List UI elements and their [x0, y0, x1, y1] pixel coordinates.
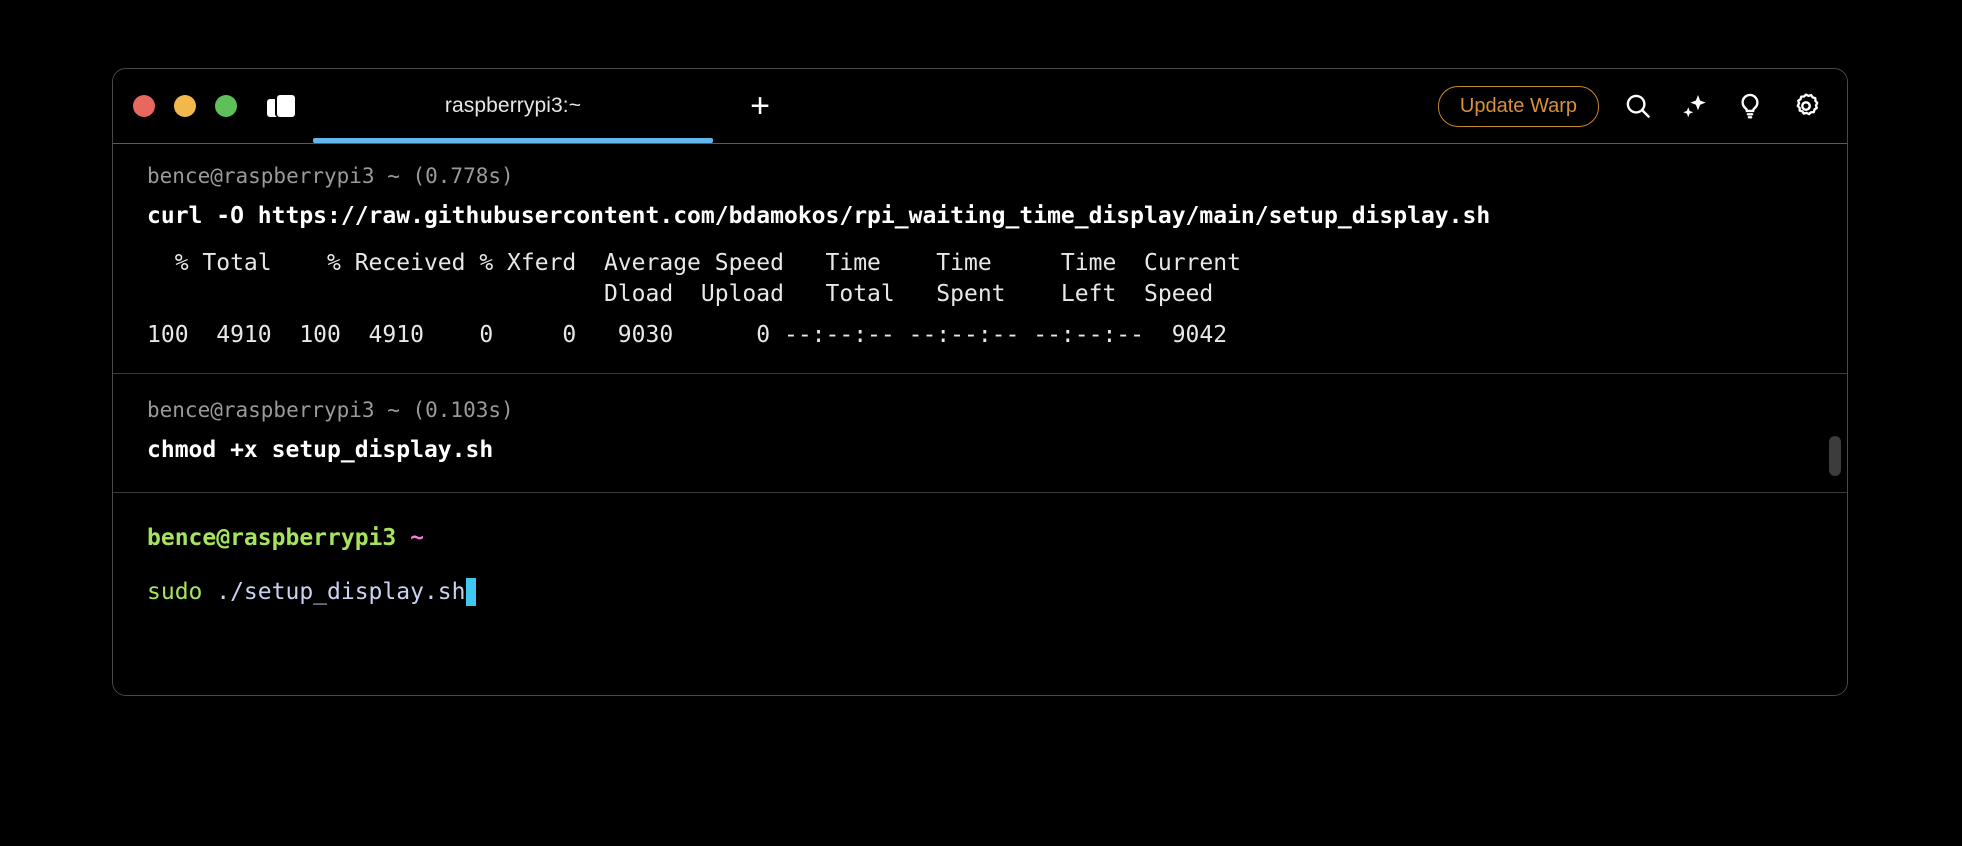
active-prompt: bence@raspberrypi3 ~: [147, 527, 1847, 550]
prompt-path: ~: [410, 525, 424, 551]
minimize-window-button[interactable]: [174, 95, 196, 117]
text-cursor: [465, 578, 476, 606]
lightbulb-icon[interactable]: [1733, 89, 1767, 123]
curl-header-row-2: Dload Upload Total Spent Left Speed: [147, 281, 1214, 307]
block-prompt: bence@raspberrypi3 ~ (0.103s): [147, 398, 514, 422]
terminal-block-active[interactable]: bence@raspberrypi3 ~ sudo ./setup_displa…: [113, 492, 1847, 646]
terminal-block-curl: bence@raspberrypi3 ~ (0.778s) curl -O ht…: [113, 144, 1847, 373]
terminal-window: raspberrypi3:~ + Update Warp bence@raspb…: [112, 68, 1848, 696]
titlebar-actions: Update Warp: [1437, 85, 1847, 127]
window-controls: [133, 95, 237, 117]
prompt-user: bence@raspberrypi3: [147, 525, 397, 551]
curl-header-row-1: % Total % Received % Xferd Average Speed…: [147, 250, 1241, 276]
terminal-block-chmod: bence@raspberrypi3 ~ (0.103s) chmod +x s…: [113, 373, 1847, 492]
terminal-body[interactable]: bence@raspberrypi3 ~ (0.778s) curl -O ht…: [113, 144, 1847, 695]
block-command: chmod +x setup_display.sh: [147, 437, 494, 463]
vertical-scrollbar-thumb[interactable]: [1829, 436, 1841, 476]
tab-raspberrypi3[interactable]: raspberrypi3:~: [313, 69, 713, 143]
curl-data-row: 100 4910 100 4910 0 0 9030 0 --:--:-- --…: [147, 322, 1228, 348]
block-prompt: bence@raspberrypi3 ~ (0.778s): [147, 164, 514, 188]
sparkle-ai-icon[interactable]: [1677, 89, 1711, 123]
tab-strip: raspberrypi3:~: [313, 69, 713, 143]
maximize-window-button[interactable]: [215, 95, 237, 117]
input-command: sudo: [147, 578, 203, 605]
command-input[interactable]: sudo ./setup_display.sh: [147, 578, 1847, 606]
input-args: ./setup_display.sh: [202, 578, 466, 605]
new-tab-button[interactable]: +: [731, 77, 789, 135]
split-panes-icon[interactable]: [267, 89, 301, 123]
search-icon[interactable]: [1621, 89, 1655, 123]
close-window-button[interactable]: [133, 95, 155, 117]
update-warp-button[interactable]: Update Warp: [1437, 85, 1599, 127]
block-command: curl -O https://raw.githubusercontent.co…: [147, 203, 1491, 229]
tab-label: raspberrypi3:~: [444, 94, 582, 117]
gear-icon[interactable]: [1789, 89, 1823, 123]
titlebar: raspberrypi3:~ + Update Warp: [113, 69, 1847, 144]
